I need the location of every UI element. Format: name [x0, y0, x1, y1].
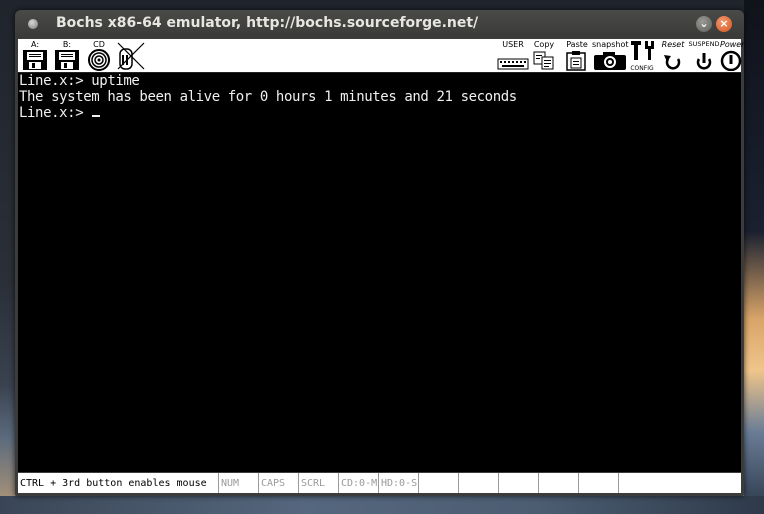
status-harddisk: HD:0-S	[378, 473, 418, 493]
window-title: Bochs x86-64 emulator, http://bochs.sour…	[56, 15, 479, 31]
floppy-b-button[interactable]: B:	[52, 39, 82, 72]
user-button[interactable]: USER	[497, 39, 529, 72]
power-button[interactable]: Power	[720, 39, 745, 72]
title-bar[interactable]: Bochs x86-64 emulator, http://bochs.sour…	[15, 10, 744, 38]
terminal-line-prompt: Line.x:>	[19, 105, 101, 121]
status-slot	[498, 473, 538, 493]
floppy-a-button[interactable]: A:	[20, 39, 50, 72]
config-button[interactable]: CONFIG	[628, 39, 656, 72]
terminal-line-command: Line.x:> uptime	[19, 73, 140, 89]
copy-button[interactable]: Copy	[531, 39, 557, 72]
text-cursor	[92, 115, 101, 117]
status-num: NUM	[218, 473, 258, 493]
cdrom-button[interactable]: CD	[84, 39, 114, 72]
floppy-b-icon	[55, 50, 79, 70]
config-label: CONFIG	[630, 65, 654, 72]
paste-icon	[566, 51, 586, 71]
mouse-disabled-icon	[117, 42, 145, 70]
user-label: USER	[502, 40, 524, 49]
status-scrl: SCRL	[298, 473, 338, 493]
suspend-button[interactable]: SUSPEND	[688, 39, 720, 72]
prompt-text: Line.x:>	[19, 105, 92, 121]
copy-icon	[533, 51, 554, 70]
user-keyboard-icon	[497, 58, 529, 70]
bochs-window: Bochs x86-64 emulator, http://bochs.sour…	[15, 10, 744, 496]
reset-icon	[664, 55, 681, 70]
snapshot-label: snapshot	[592, 40, 629, 49]
emulator-screen[interactable]: Line.x:> uptime The system has been aliv…	[18, 73, 741, 472]
status-slot	[618, 473, 741, 493]
desktop-background	[744, 0, 764, 514]
power-label: Power	[720, 40, 745, 49]
status-slot	[578, 473, 618, 493]
status-message: CTRL + 3rd button enables mouse	[20, 478, 207, 489]
status-bar: CTRL + 3rd button enables mouse NUM CAPS…	[18, 473, 741, 493]
window-menu-icon[interactable]	[28, 19, 38, 29]
paste-button[interactable]: Paste	[564, 39, 590, 72]
reset-button[interactable]: Reset	[658, 39, 688, 72]
bochs-toolbar: A: B: CD USER Copy Paste snapshot CONFIG…	[18, 39, 745, 73]
status-slot	[418, 473, 458, 493]
minimize-button[interactable]: ⌄	[696, 16, 712, 32]
status-slot	[538, 473, 578, 493]
mouse-toggle-button[interactable]	[116, 39, 146, 72]
terminal-line-output: The system has been alive for 0 hours 1 …	[19, 89, 517, 105]
status-cdrom: CD:0-M	[338, 473, 378, 493]
floppy-a-icon	[23, 50, 47, 70]
suspend-icon	[696, 53, 712, 70]
status-caps: CAPS	[258, 473, 298, 493]
cdrom-icon	[88, 49, 110, 71]
reset-label: Reset	[661, 40, 685, 49]
copy-label: Copy	[533, 40, 555, 49]
paste-label: Paste	[566, 40, 588, 49]
status-slot	[458, 473, 498, 493]
desktop-background-bottom	[0, 496, 764, 514]
suspend-label: SUSPEND	[688, 40, 720, 48]
power-icon	[720, 50, 742, 71]
snapshot-button[interactable]: snapshot	[592, 39, 629, 72]
config-tools-icon	[631, 41, 654, 60]
snapshot-camera-icon	[594, 52, 626, 70]
close-button[interactable]: ×	[716, 16, 732, 32]
